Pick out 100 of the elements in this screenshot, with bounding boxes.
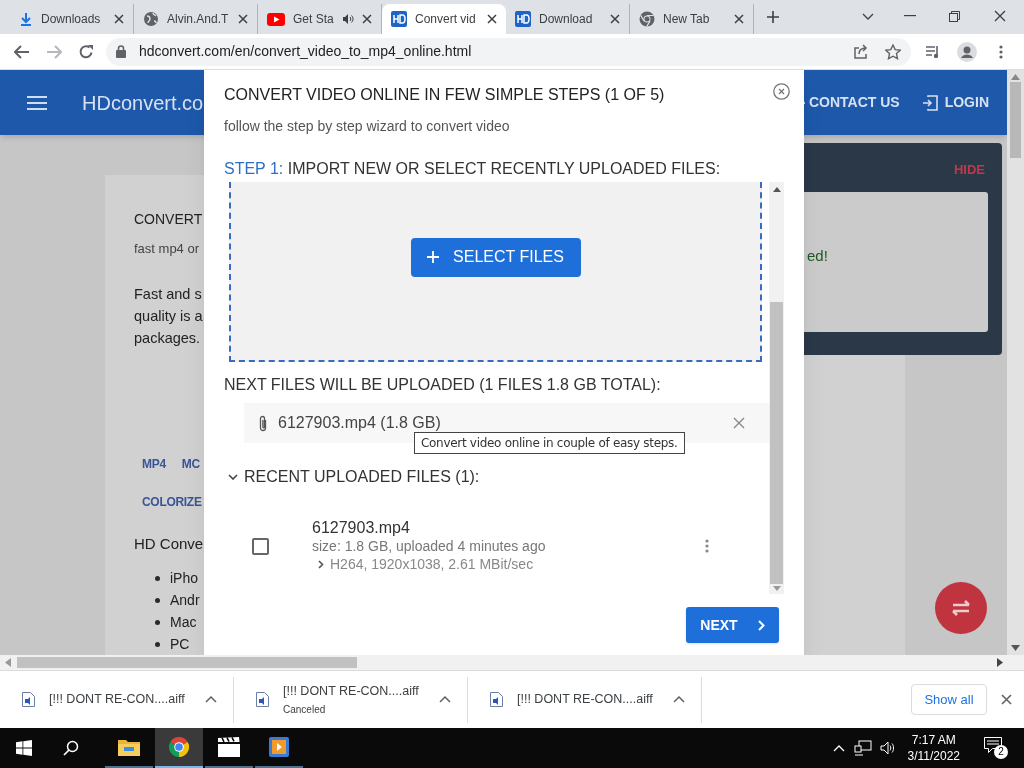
start-button[interactable] xyxy=(16,740,32,756)
close-icon[interactable] xyxy=(362,14,372,24)
tab-title: Convert vid xyxy=(415,11,477,28)
network-icon[interactable] xyxy=(853,740,872,756)
download-name: [!!! DONT RE-CON....aiff xyxy=(517,691,654,709)
bookmark-star-icon[interactable] xyxy=(885,43,901,60)
taskbar-app[interactable] xyxy=(155,728,203,768)
list-item: PC xyxy=(170,634,190,654)
tooltip: Convert video online in couple of easy steps. xyxy=(414,432,685,454)
scroll-right-icon[interactable] xyxy=(997,658,1003,667)
scroll-thumb[interactable] xyxy=(770,302,783,584)
close-icon[interactable] xyxy=(238,14,248,24)
globe-icon xyxy=(143,11,159,27)
section-heading: RECENT UPLOADED FILES (1): xyxy=(244,467,480,487)
list-item: Andr xyxy=(170,590,200,610)
profile-avatar-icon[interactable] xyxy=(957,41,977,62)
swap-fab-button[interactable] xyxy=(935,582,987,634)
audio-file-icon xyxy=(22,692,35,707)
vertical-scrollbar[interactable] xyxy=(1007,70,1024,655)
section-text: HD Conve xyxy=(134,533,204,554)
chevron-up-icon[interactable] xyxy=(205,696,217,703)
close-icon[interactable] xyxy=(994,10,1006,22)
card-title: CONVERT xyxy=(134,210,203,229)
checkbox[interactable] xyxy=(252,537,269,555)
card-subtitle: fast mp4 or xyxy=(134,240,200,258)
file-meta: size: 1.8 GB, uploaded 4 minutes ago xyxy=(312,537,547,555)
tab-search-icon[interactable] xyxy=(862,13,874,21)
close-icon[interactable] xyxy=(610,14,620,24)
scroll-up-icon[interactable] xyxy=(1011,74,1020,80)
search-icon[interactable] xyxy=(63,740,79,756)
tab-title: Alvin.And.T xyxy=(167,11,230,28)
back-icon[interactable] xyxy=(14,44,30,59)
reload-icon[interactable] xyxy=(78,43,94,60)
file-name: 6127903.mp4 xyxy=(312,519,411,537)
login-icon xyxy=(921,94,938,111)
format-link[interactable]: COLORIZE xyxy=(142,492,202,511)
restore-icon[interactable] xyxy=(949,11,960,22)
bullet-icon xyxy=(155,641,160,647)
bullet-icon xyxy=(155,597,160,603)
nav-link[interactable]: LOGIN xyxy=(944,92,989,113)
close-icon[interactable] xyxy=(734,14,744,24)
chevron-icon[interactable] xyxy=(318,559,324,569)
speaker-icon[interactable] xyxy=(342,13,354,25)
notification-center-button[interactable]: 2 xyxy=(984,737,1006,759)
scroll-thumb[interactable] xyxy=(1010,82,1021,158)
clock-time: 7:17 AM xyxy=(911,732,956,748)
lock-icon xyxy=(116,45,126,58)
nav-link[interactable]: CONTACT US xyxy=(808,92,900,113)
intro-paragraph: Fast and s quality is a packages. xyxy=(134,284,203,348)
volume-icon[interactable] xyxy=(879,741,896,755)
horizontal-scrollbar[interactable] xyxy=(0,655,1024,670)
chevron-up-icon[interactable] xyxy=(673,696,685,703)
show-all-button[interactable]: Show all xyxy=(911,684,987,715)
audio-file-icon xyxy=(490,692,503,707)
list-scrollbar[interactable] xyxy=(769,182,784,594)
file-details: H264, 1920x1038, 2.61 MBit/sec xyxy=(330,555,534,573)
plus-icon xyxy=(427,251,440,263)
url-text: hdconvert.com/en/convert_video_to_mp4_online.html xyxy=(139,42,473,61)
scroll-up-icon[interactable] xyxy=(772,187,781,192)
format-link[interactable]: MP4 xyxy=(142,454,166,473)
site-logo-icon xyxy=(515,11,531,27)
download-name: [!!! DONT RE-CON....aiff xyxy=(49,691,186,709)
close-icon[interactable] xyxy=(773,83,790,100)
site-logo[interactable]: HDconvert.co xyxy=(82,87,204,118)
notification-count: 2 xyxy=(994,745,1008,759)
download-item[interactable]: [!!! DONT RE-CON....aiff Canceled xyxy=(234,676,468,723)
download-item[interactable]: [!!! DONT RE-CON....aiff xyxy=(468,676,702,723)
download-status: Canceled xyxy=(283,703,327,718)
scroll-down-icon[interactable] xyxy=(1011,645,1020,651)
share-icon[interactable] xyxy=(853,44,869,59)
menu-icon[interactable] xyxy=(999,44,1003,59)
folder-icon xyxy=(118,738,140,756)
chevron-icon[interactable] xyxy=(228,474,238,480)
drop-zone[interactable]: SELECT FILES xyxy=(229,182,762,362)
media-control-icon[interactable] xyxy=(925,44,941,59)
minimize-icon[interactable] xyxy=(904,15,916,17)
media-player-icon xyxy=(269,737,289,757)
section-heading: NEXT FILES WILL BE UPLOADED (1 FILES 1.8 GB TOTAL): xyxy=(224,375,662,395)
address-bar[interactable]: hdconvert.com/en/convert_video_to_mp4_online.html xyxy=(106,37,911,66)
bullet-icon xyxy=(155,619,160,625)
browser-tab[interactable]: Convert vid xyxy=(382,4,506,34)
menu-icon[interactable] xyxy=(27,94,47,111)
scroll-thumb[interactable] xyxy=(17,657,357,668)
more-options-icon[interactable] xyxy=(705,539,709,553)
chevron-up-icon[interactable] xyxy=(439,696,451,703)
message-icon xyxy=(984,737,1002,753)
close-icon[interactable] xyxy=(487,14,497,24)
clock[interactable]: 7:17 AM 3/11/2022 xyxy=(907,732,960,764)
tab-title: Download xyxy=(539,11,594,28)
close-icon[interactable] xyxy=(1001,694,1012,705)
format-link[interactable]: MC xyxy=(181,454,200,473)
bullet-icon xyxy=(155,575,160,581)
tab-title: New Tab xyxy=(663,11,711,28)
browser-logo-icon xyxy=(639,11,655,27)
next-button[interactable]: NEXT xyxy=(686,607,779,643)
select-files-button[interactable]: SELECT FILES xyxy=(410,237,581,277)
new-tab-icon[interactable] xyxy=(766,10,780,24)
download-item[interactable]: [!!! DONT RE-CON....aiff xyxy=(0,676,234,723)
remove-icon[interactable] xyxy=(733,417,745,429)
close-icon[interactable] xyxy=(114,14,124,24)
